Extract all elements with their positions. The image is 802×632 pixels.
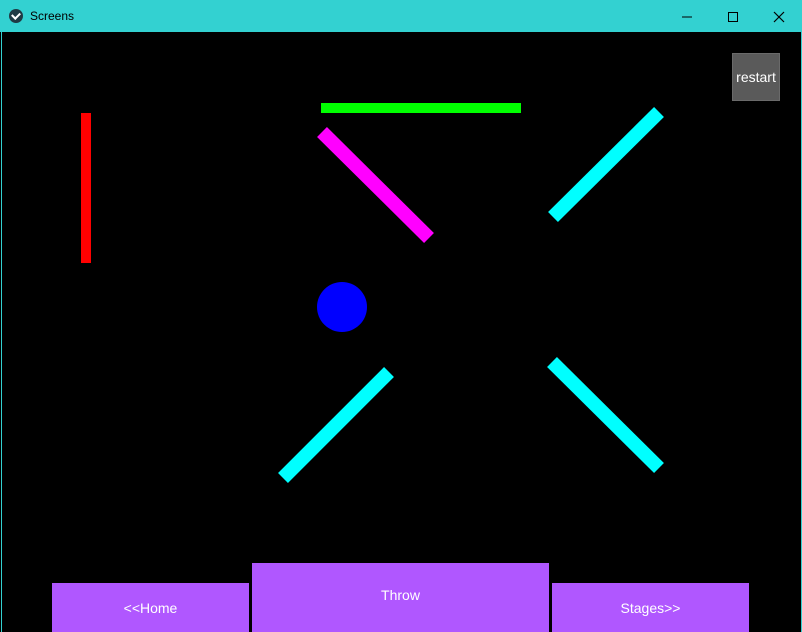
- home-button[interactable]: <<Home: [52, 583, 249, 632]
- ball[interactable]: [317, 282, 367, 332]
- throw-label: Throw: [381, 587, 420, 603]
- red-bar: [81, 113, 91, 263]
- magenta-bar: [317, 127, 434, 243]
- game-scene: [81, 103, 664, 483]
- throw-button[interactable]: Throw: [252, 563, 549, 632]
- app-window: Screens restart <<Home Throw Stages>>: [0, 0, 802, 632]
- stages-button[interactable]: Stages>>: [552, 583, 749, 632]
- cyan-bar-bottom-left: [278, 367, 394, 483]
- cyan-bar-bottom-right: [547, 357, 664, 473]
- green-bar: [321, 103, 521, 113]
- restart-button[interactable]: restart: [732, 53, 780, 101]
- cyan-bar-top-right: [548, 107, 664, 222]
